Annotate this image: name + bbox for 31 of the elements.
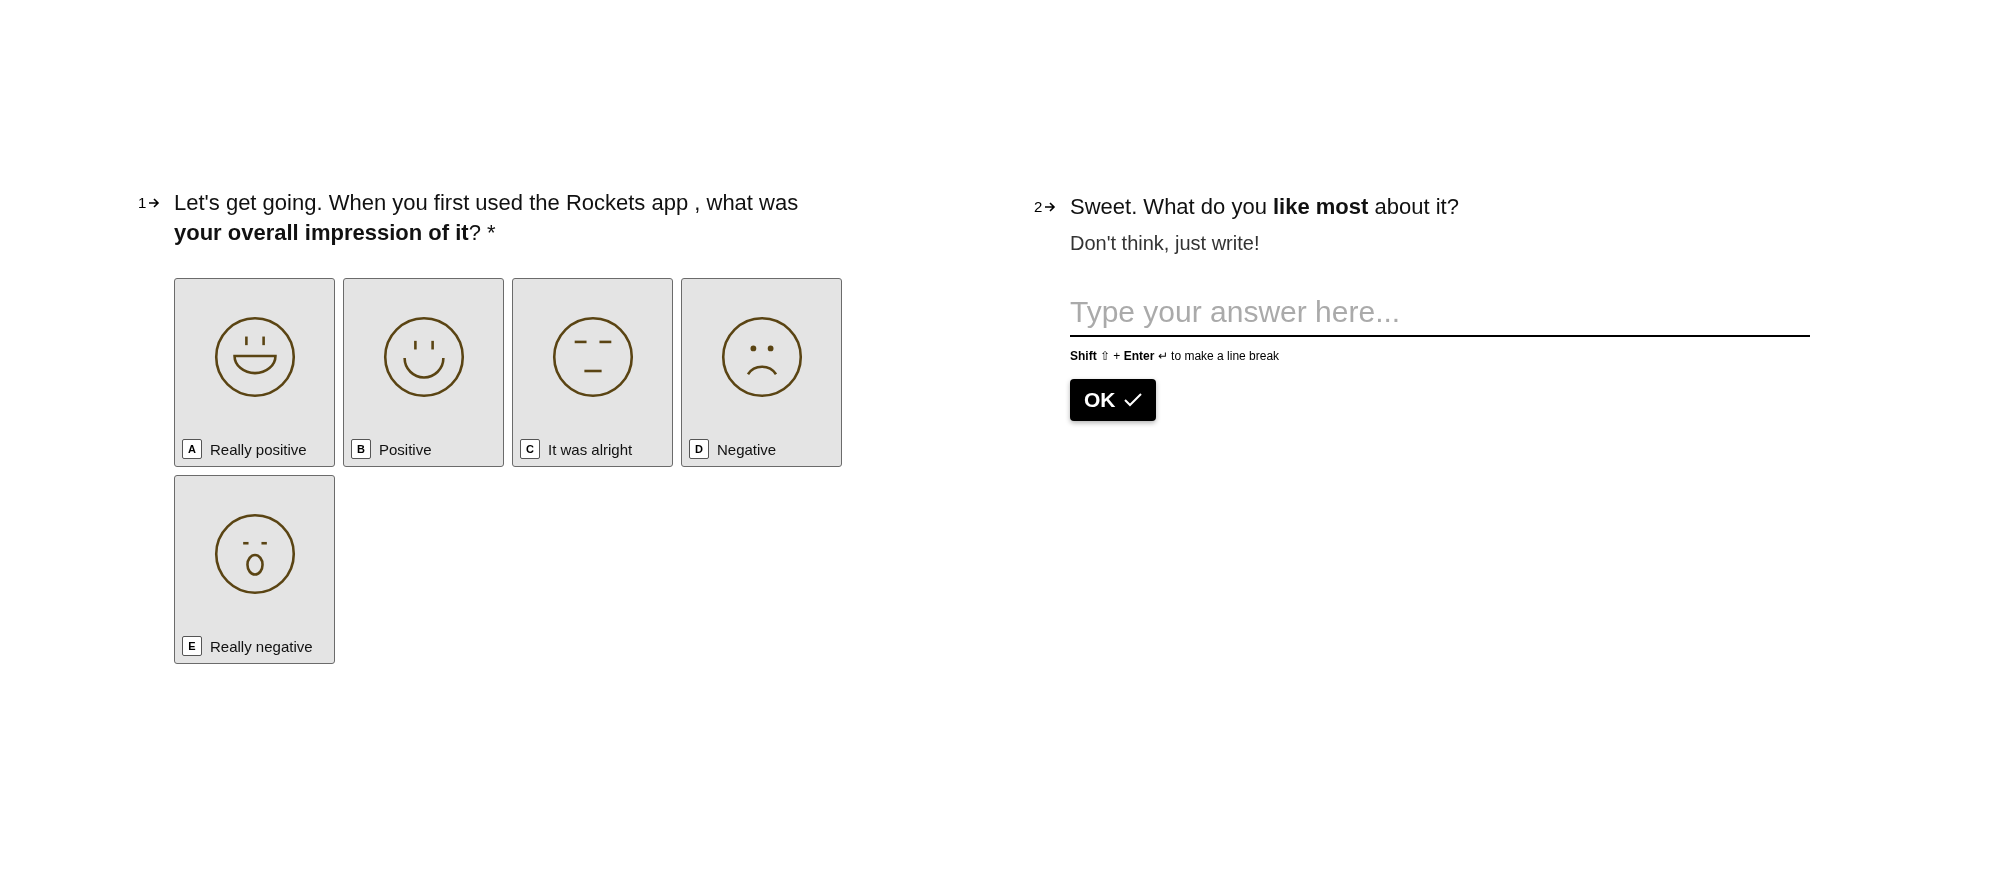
key-hint: E [182,636,202,656]
option-label: It was alright [548,440,633,458]
check-icon [1123,393,1142,407]
laughing-face-icon [212,315,297,399]
option-label: Really positive [210,440,307,458]
question-text: Sweet. What do you like most about it? [1070,193,1460,221]
neutral-face-icon [550,315,635,399]
key-hint: B [351,439,371,459]
surprised-face-icon [212,512,297,596]
option-label: Really negative [210,637,313,655]
question-number: 1 [138,194,147,211]
option-label: Negative [717,440,777,458]
ok-button[interactable]: OK [1070,379,1156,421]
key-hint: C [520,439,540,459]
key-hint: A [182,439,202,459]
key-hint: D [689,439,709,459]
answer-option[interactable]: B Positive [343,278,504,467]
question-description: Don't think, just write! [1070,232,1261,255]
arrow-icon [1044,201,1057,212]
question-text: Let's get going. When you first used the Rockets app , what was your overall impression of it? * [174,189,800,247]
answer-option[interactable]: A Really positive [174,278,335,467]
arrow-icon [148,197,161,208]
answer-option[interactable]: E Really negative [174,475,335,664]
answer-option[interactable]: D Negative [681,278,842,467]
smiling-face-icon [381,315,466,399]
answer-option[interactable]: C It was alright [512,278,673,467]
line-break-hint: Shift ⇧ + Enter ↵ to make a line break [1070,349,1281,363]
frowning-face-icon [719,315,804,399]
answer-field[interactable]: Type your answer here... [1070,295,1810,337]
question-number: 2 [1034,198,1043,215]
option-label: Positive [379,440,432,458]
